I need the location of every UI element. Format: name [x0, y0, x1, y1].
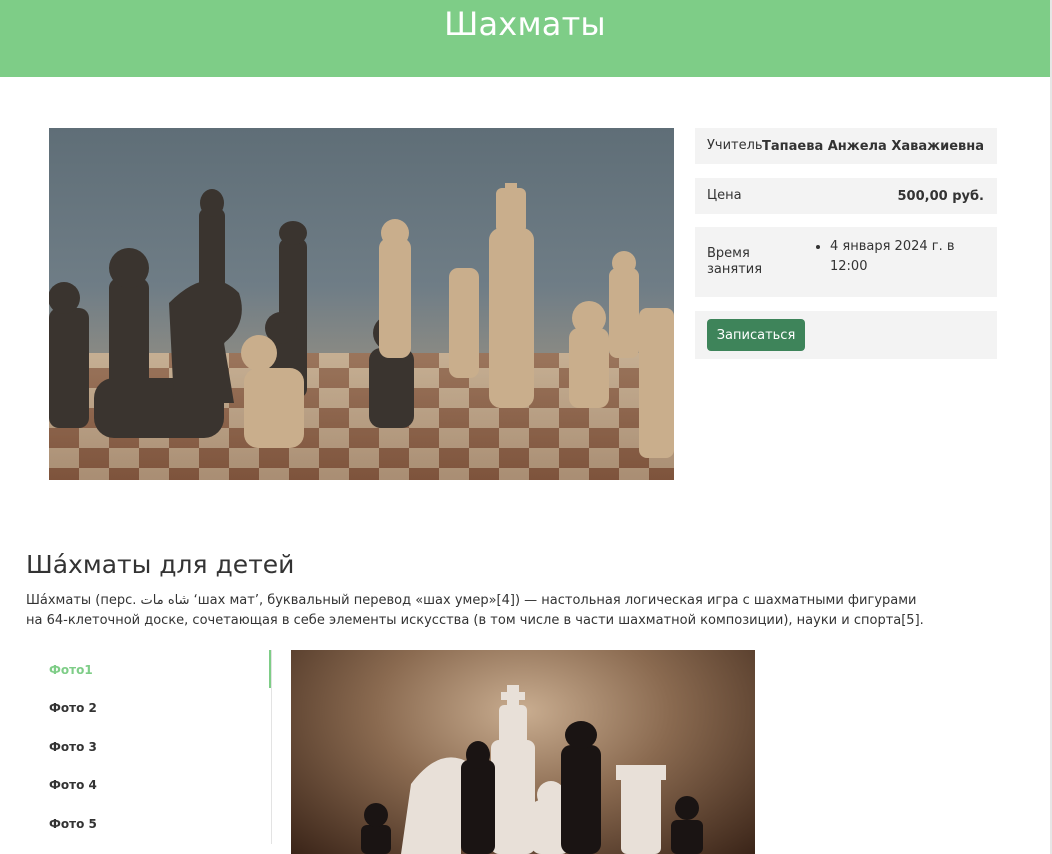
- lesson-time-label: Время занятия: [707, 246, 763, 277]
- page-title: Шахматы: [444, 5, 606, 43]
- lesson-time-list: 4 января 2024 г. в 12:00: [813, 237, 990, 277]
- tab-photo-3[interactable]: Фото 3: [49, 740, 97, 754]
- tab-photo-4[interactable]: Фото 4: [49, 778, 97, 792]
- teacher-row: Учитель Тапаева Анжела Хаважиевна: [695, 128, 997, 164]
- lesson-time-row: Время занятия 4 января 2024 г. в 12:00: [695, 227, 997, 297]
- page-header: Шахматы: [0, 0, 1050, 77]
- price-row: Цена 500,00 руб.: [695, 178, 997, 214]
- signup-row: Записаться: [695, 311, 997, 359]
- teacher-label: Учитель: [707, 138, 763, 153]
- price-label: Цена: [707, 188, 742, 203]
- article-title: Ша́хматы для детей: [26, 550, 295, 579]
- tab-photo-5[interactable]: Фото 5: [49, 817, 97, 831]
- hero-image: [49, 128, 674, 480]
- teacher-value: Тапаева Анжела Хаважиевна: [762, 139, 984, 154]
- photo-tabs: Фото1 Фото 2 Фото 3 Фото 4 Фото 5: [27, 650, 272, 844]
- lesson-time-item: 4 января 2024 г. в 12:00: [830, 237, 990, 277]
- price-value: 500,00 руб.: [897, 189, 985, 204]
- active-tab-indicator: [269, 650, 271, 688]
- tab-photo-2[interactable]: Фото 2: [49, 701, 97, 715]
- signup-button[interactable]: Записаться: [707, 319, 805, 351]
- tab-photo-1[interactable]: Фото1: [49, 663, 93, 677]
- article-text: Ша́хматы (перс. شاه مات ‘шах мат’, буква…: [26, 593, 924, 628]
- gallery-photo: [291, 650, 755, 854]
